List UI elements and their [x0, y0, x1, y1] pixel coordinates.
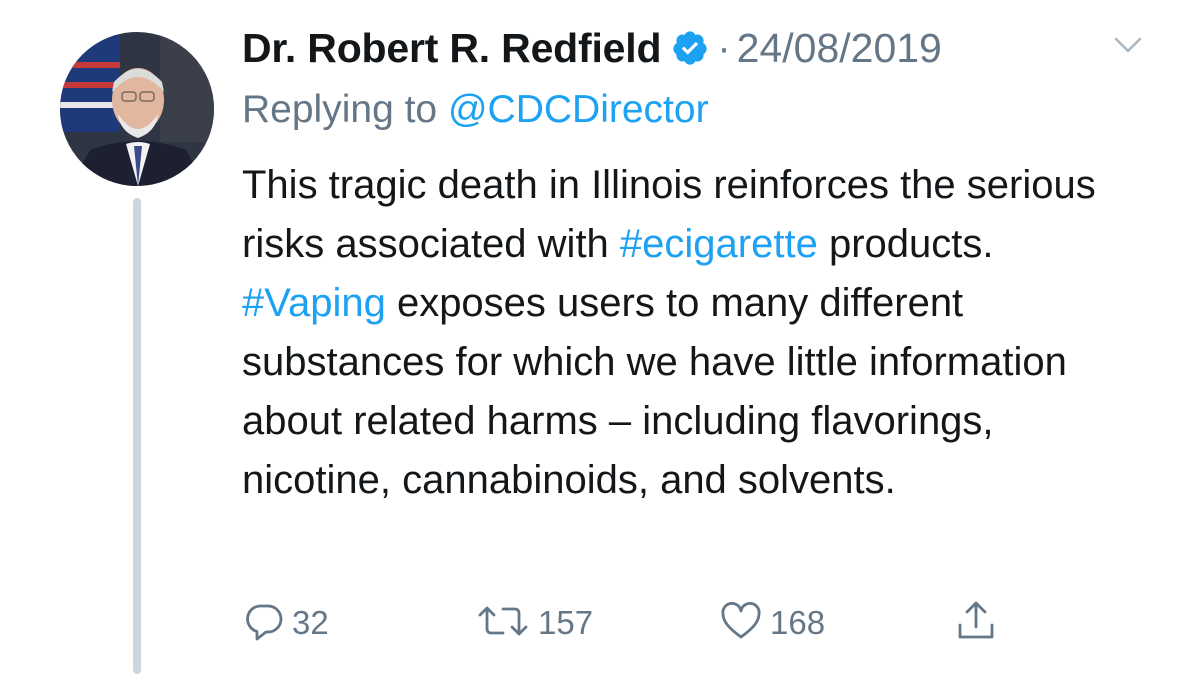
- heart-icon: [720, 601, 762, 646]
- author-name[interactable]: Dr. Robert R. Redfield: [242, 25, 662, 72]
- share-icon: [956, 599, 996, 648]
- like-button[interactable]: 168: [720, 598, 825, 648]
- avatar[interactable]: [60, 32, 214, 186]
- thread-line: [133, 198, 141, 674]
- verified-badge-icon: [671, 29, 709, 67]
- action-bar: 32 157 168: [244, 598, 1024, 648]
- mention-link[interactable]: @CDCDirector: [448, 88, 709, 131]
- retweet-count: 157: [538, 604, 594, 641]
- reply-button[interactable]: 32: [244, 598, 329, 648]
- tweet-text-part: products.: [817, 222, 994, 266]
- separator-dot: ·: [717, 25, 731, 70]
- tweet: Dr. Robert R. Redfield · 24/08/2019 Repl…: [0, 0, 1200, 674]
- like-count: 168: [770, 604, 826, 641]
- retweet-icon: [476, 601, 530, 646]
- chevron-down-icon[interactable]: [1112, 34, 1144, 56]
- tweet-text: This tragic death in Illinois reinforces…: [242, 156, 1142, 510]
- retweet-button[interactable]: 157: [476, 598, 593, 648]
- replying-prefix: Replying to: [242, 88, 448, 131]
- tweet-date[interactable]: 24/08/2019: [737, 25, 942, 72]
- reply-icon: [244, 601, 284, 646]
- avatar-image: [60, 32, 214, 186]
- reply-count: 32: [292, 604, 329, 641]
- hashtag-link[interactable]: #Vaping: [242, 281, 386, 325]
- replying-to-line: Replying to @CDCDirector: [242, 88, 709, 132]
- tweet-header: Dr. Robert R. Redfield · 24/08/2019: [242, 22, 942, 74]
- hashtag-link[interactable]: #ecigarette: [620, 222, 818, 266]
- share-button[interactable]: [956, 598, 996, 648]
